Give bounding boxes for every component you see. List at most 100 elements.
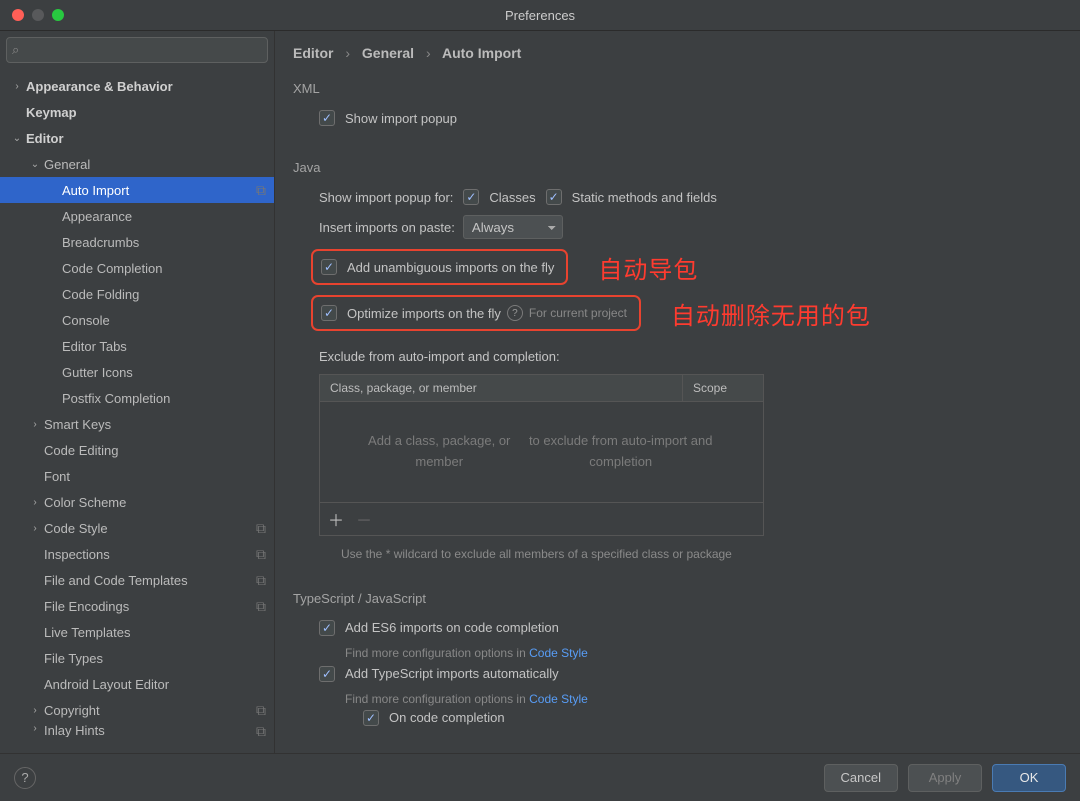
checkbox-optimize[interactable]: [321, 305, 337, 321]
chevron-right-icon[interactable]: ›: [28, 705, 42, 716]
sidebar-item-console[interactable]: Console: [0, 307, 274, 333]
sidebar-item-label: Color Scheme: [44, 495, 266, 510]
cancel-button[interactable]: Cancel: [824, 764, 898, 792]
sidebar-item-appearance-behavior[interactable]: ›Appearance & Behavior: [0, 73, 274, 99]
apply-button[interactable]: Apply: [908, 764, 982, 792]
modified-icon: ⧉: [256, 702, 266, 719]
sidebar-item-label: Editor Tabs: [62, 339, 266, 354]
chevron-right-icon[interactable]: ›: [28, 497, 42, 508]
checkbox-static[interactable]: [546, 189, 562, 205]
sidebar-item-label: Keymap: [26, 105, 266, 120]
remove-button[interactable]: －: [356, 507, 372, 531]
sidebar-item-label: Editor: [26, 131, 266, 146]
breadcrumb-editor[interactable]: Editor: [293, 45, 333, 61]
section-ts: TypeScript / JavaScript: [293, 591, 1058, 606]
chevron-right-icon[interactable]: ›: [28, 419, 42, 430]
sidebar-item-appearance[interactable]: Appearance: [0, 203, 274, 229]
sidebar-item-label: Gutter Icons: [62, 365, 266, 380]
close-window-icon[interactable]: [12, 9, 24, 21]
checkbox-classes[interactable]: [463, 189, 479, 205]
sidebar-item-general[interactable]: ⌄General: [0, 151, 274, 177]
sidebar-item-label: File Encodings: [44, 599, 256, 614]
breadcrumb-auto-import: Auto Import: [442, 45, 521, 61]
sidebar-item-label: Appearance & Behavior: [26, 79, 266, 94]
sidebar-item-code-editing[interactable]: Code Editing: [0, 437, 274, 463]
modified-icon: ⧉: [256, 572, 266, 589]
sidebar-item-inlay-hints[interactable]: ›Inlay Hints⧉: [0, 723, 274, 737]
ok-button[interactable]: OK: [992, 764, 1066, 792]
sidebar-item-copyright[interactable]: ›Copyright⧉: [0, 697, 274, 723]
search-icon: ⌕: [12, 42, 19, 58]
modified-icon: ⧉: [256, 723, 266, 737]
sidebar-item-code-style[interactable]: ›Code Style⧉: [0, 515, 274, 541]
label-on-completion: On code completion: [389, 710, 505, 725]
sidebar-item-label: Smart Keys: [44, 417, 266, 432]
chevron-right-icon[interactable]: ›: [28, 723, 42, 734]
chevron-right-icon[interactable]: ›: [10, 81, 24, 92]
sidebar-item-live-templates[interactable]: Live Templates: [0, 619, 274, 645]
sidebar-item-editor-tabs[interactable]: Editor Tabs: [0, 333, 274, 359]
table-empty-text: Add a class, package, or memberto exclud…: [320, 402, 763, 502]
modified-icon: ⧉: [256, 182, 266, 199]
sidebar-item-auto-import[interactable]: Auto Import⧉: [0, 177, 274, 203]
select-insert-on-paste[interactable]: Always: [463, 215, 563, 239]
sidebar-item-label: Copyright: [44, 703, 256, 718]
checkbox-xml-show-popup[interactable]: [319, 110, 335, 126]
sidebar-item-file-types[interactable]: File Types: [0, 645, 274, 671]
checkbox-es6[interactable]: [319, 620, 335, 636]
help-button[interactable]: ?: [14, 767, 36, 789]
checkbox-ts-auto[interactable]: [319, 666, 335, 682]
sidebar-item-label: Android Layout Editor: [44, 677, 266, 692]
sidebar-item-postfix-completion[interactable]: Postfix Completion: [0, 385, 274, 411]
th-class: Class, package, or member: [320, 375, 683, 401]
chevron-right-icon: ›: [426, 45, 431, 61]
zoom-window-icon[interactable]: [52, 9, 64, 21]
sidebar-item-font[interactable]: Font: [0, 463, 274, 489]
label-classes: Classes: [489, 190, 535, 205]
chevron-right-icon: ›: [345, 45, 350, 61]
breadcrumb-general[interactable]: General: [362, 45, 414, 61]
breadcrumb: Editor › General › Auto Import: [293, 45, 1058, 61]
help-icon[interactable]: ?: [507, 305, 523, 321]
chevron-down-icon[interactable]: ⌄: [10, 133, 24, 144]
add-button[interactable]: ＋: [328, 507, 344, 531]
sidebar-item-label: Appearance: [62, 209, 266, 224]
link-code-style-1[interactable]: Code Style: [529, 646, 588, 660]
sidebar-item-label: Breadcrumbs: [62, 235, 266, 250]
checkbox-unambiguous[interactable]: [321, 259, 337, 275]
sidebar-item-color-scheme[interactable]: ›Color Scheme: [0, 489, 274, 515]
label-optimize: Optimize imports on the fly: [347, 306, 501, 321]
section-xml: XML: [293, 81, 1058, 96]
settings-tree[interactable]: ›Appearance & BehaviorKeymap⌄Editor⌄Gene…: [0, 69, 274, 753]
search-input[interactable]: [6, 37, 268, 63]
label-es6: Add ES6 imports on code completion: [345, 620, 559, 635]
annotation-auto-import: 自动导包: [598, 250, 698, 285]
label-project-scope: For current project: [529, 306, 627, 320]
sidebar-item-smart-keys[interactable]: ›Smart Keys: [0, 411, 274, 437]
chevron-down-icon[interactable]: ⌄: [28, 159, 42, 170]
checkbox-on-completion[interactable]: [363, 710, 379, 726]
sidebar-item-android-layout-editor[interactable]: Android Layout Editor: [0, 671, 274, 697]
minimize-window-icon[interactable]: [32, 9, 44, 21]
label-xml-show-popup: Show import popup: [345, 111, 457, 126]
sidebar-item-label: General: [44, 157, 266, 172]
sidebar-item-code-completion[interactable]: Code Completion: [0, 255, 274, 281]
sidebar-item-breadcrumbs[interactable]: Breadcrumbs: [0, 229, 274, 255]
sidebar-item-editor[interactable]: ⌄Editor: [0, 125, 274, 151]
sidebar-item-gutter-icons[interactable]: Gutter Icons: [0, 359, 274, 385]
sidebar-item-keymap[interactable]: Keymap: [0, 99, 274, 125]
sidebar-item-file-and-code-templates[interactable]: File and Code Templates⧉: [0, 567, 274, 593]
label-static: Static methods and fields: [572, 190, 717, 205]
label-unambiguous: Add unambiguous imports on the fly: [347, 260, 554, 275]
sidebar-item-file-encodings[interactable]: File Encodings⧉: [0, 593, 274, 619]
sidebar-item-label: Code Editing: [44, 443, 266, 458]
sidebar-item-label: Console: [62, 313, 266, 328]
th-scope: Scope: [683, 375, 763, 401]
sidebar-item-inspections[interactable]: Inspections⧉: [0, 541, 274, 567]
titlebar: Preferences: [0, 0, 1080, 31]
modified-icon: ⧉: [256, 598, 266, 615]
sidebar-item-code-folding[interactable]: Code Folding: [0, 281, 274, 307]
chevron-right-icon[interactable]: ›: [28, 523, 42, 534]
link-code-style-2[interactable]: Code Style: [529, 692, 588, 706]
sidebar-item-label: Code Completion: [62, 261, 266, 276]
